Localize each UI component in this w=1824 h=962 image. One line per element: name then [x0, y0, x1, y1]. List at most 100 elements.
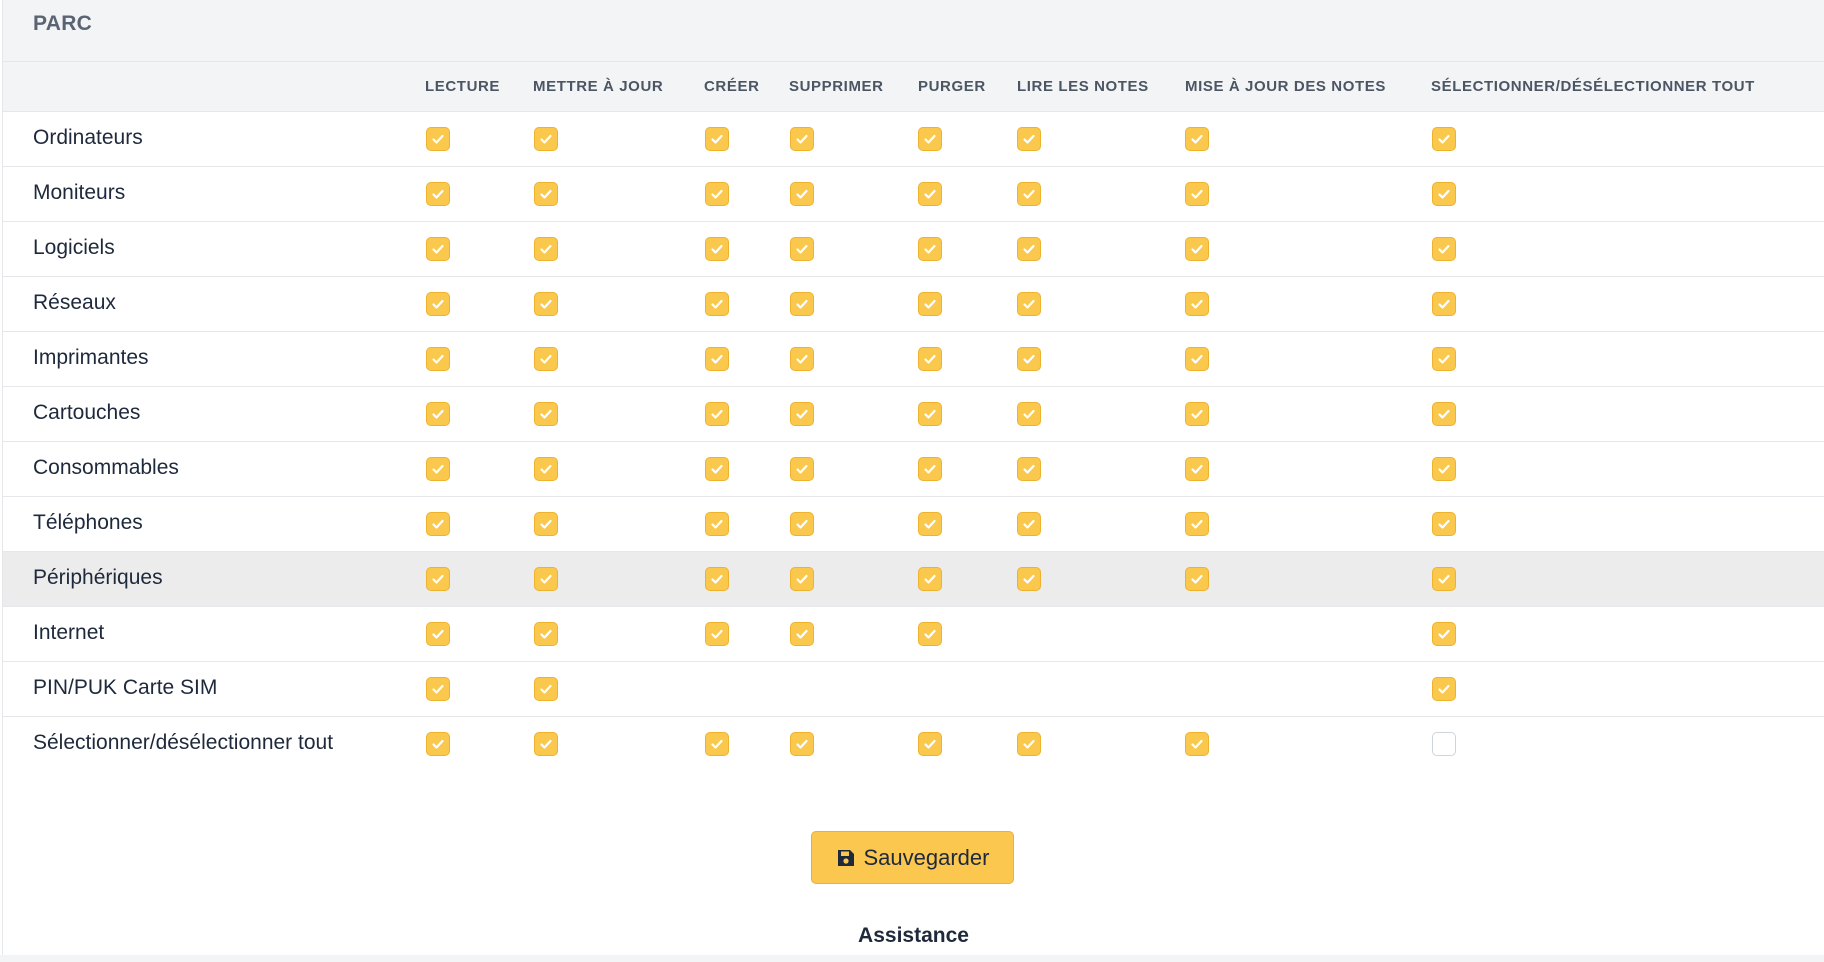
permission-checkbox[interactable] — [918, 622, 942, 646]
row-label: Consommables — [33, 456, 179, 479]
permission-checkbox[interactable] — [705, 457, 729, 481]
permission-checkbox[interactable] — [1185, 292, 1209, 316]
permission-checkbox[interactable] — [918, 182, 942, 206]
permission-checkbox[interactable] — [1185, 347, 1209, 371]
permission-checkbox[interactable] — [790, 182, 814, 206]
permission-checkbox[interactable] — [1185, 237, 1209, 261]
permission-checkbox[interactable] — [534, 347, 558, 371]
permission-checkbox[interactable] — [790, 512, 814, 536]
row-label: Internet — [33, 621, 105, 644]
permission-checkbox[interactable] — [1017, 347, 1041, 371]
permission-checkbox[interactable] — [534, 237, 558, 261]
permission-checkbox[interactable] — [705, 512, 729, 536]
permission-checkbox[interactable] — [1432, 237, 1456, 261]
permission-checkbox[interactable] — [426, 237, 450, 261]
permission-checkbox[interactable] — [918, 512, 942, 536]
permission-checkbox[interactable] — [1432, 512, 1456, 536]
permission-checkbox[interactable] — [534, 292, 558, 316]
permission-checkbox[interactable] — [1017, 512, 1041, 536]
permission-checkbox[interactable] — [790, 237, 814, 261]
permission-checkbox[interactable] — [1185, 127, 1209, 151]
permission-checkbox[interactable] — [918, 732, 942, 756]
permission-checkbox[interactable] — [1432, 622, 1456, 646]
permission-checkbox[interactable] — [918, 567, 942, 591]
column-header-row: LECTURE METTRE À JOUR CRÉER SUPPRIMER PU… — [3, 62, 1824, 112]
permission-checkbox[interactable] — [790, 402, 814, 426]
permission-checkbox[interactable] — [918, 237, 942, 261]
permission-checkbox[interactable] — [534, 182, 558, 206]
permission-checkbox[interactable] — [705, 567, 729, 591]
permission-checkbox[interactable] — [918, 347, 942, 371]
permission-checkbox[interactable] — [1432, 182, 1456, 206]
permission-checkbox[interactable] — [1185, 512, 1209, 536]
save-button[interactable]: Sauvegarder — [811, 831, 1014, 884]
bottom-divider — [0, 955, 1824, 962]
permission-checkbox[interactable] — [705, 732, 729, 756]
permission-checkbox[interactable] — [1432, 677, 1456, 701]
permission-checkbox[interactable] — [534, 512, 558, 536]
permission-checkbox[interactable] — [1432, 402, 1456, 426]
permission-checkbox[interactable] — [426, 457, 450, 481]
permission-checkbox[interactable] — [790, 292, 814, 316]
table-row: Consommables — [3, 442, 1824, 497]
permission-checkbox[interactable] — [426, 347, 450, 371]
permission-checkbox[interactable] — [918, 127, 942, 151]
permission-checkbox[interactable] — [918, 402, 942, 426]
permission-checkbox[interactable] — [426, 677, 450, 701]
permission-checkbox[interactable] — [534, 402, 558, 426]
permission-checkbox[interactable] — [534, 457, 558, 481]
permission-checkbox[interactable] — [1017, 567, 1041, 591]
permission-checkbox[interactable] — [705, 292, 729, 316]
permission-checkbox[interactable] — [790, 732, 814, 756]
permission-checkbox[interactable] — [426, 182, 450, 206]
permission-checkbox[interactable] — [1185, 567, 1209, 591]
permission-checkbox[interactable] — [426, 127, 450, 151]
permission-checkbox[interactable] — [1017, 292, 1041, 316]
permission-checkbox[interactable] — [705, 622, 729, 646]
permission-checkbox[interactable] — [1185, 457, 1209, 481]
permission-checkbox[interactable] — [1017, 732, 1041, 756]
permission-checkbox[interactable] — [1185, 402, 1209, 426]
permission-checkbox[interactable] — [1017, 457, 1041, 481]
permission-checkbox[interactable] — [1432, 732, 1456, 756]
permission-checkbox[interactable] — [1432, 127, 1456, 151]
permission-checkbox[interactable] — [705, 127, 729, 151]
table-row: Périphériques — [3, 552, 1824, 607]
permission-checkbox[interactable] — [1432, 567, 1456, 591]
permission-checkbox[interactable] — [426, 622, 450, 646]
permission-checkbox[interactable] — [534, 567, 558, 591]
permission-checkbox[interactable] — [790, 622, 814, 646]
permission-checkbox[interactable] — [790, 347, 814, 371]
permission-checkbox[interactable] — [1185, 182, 1209, 206]
permission-checkbox[interactable] — [426, 567, 450, 591]
permission-checkbox[interactable] — [1432, 457, 1456, 481]
permission-checkbox[interactable] — [918, 292, 942, 316]
permission-checkbox[interactable] — [790, 127, 814, 151]
permission-checkbox[interactable] — [1432, 347, 1456, 371]
permission-checkbox[interactable] — [790, 567, 814, 591]
permission-checkbox[interactable] — [705, 182, 729, 206]
permission-checkbox[interactable] — [918, 457, 942, 481]
table-row: Internet — [3, 607, 1824, 662]
table-row: PIN/PUK Carte SIM — [3, 662, 1824, 717]
permission-checkbox[interactable] — [534, 677, 558, 701]
permission-checkbox[interactable] — [426, 402, 450, 426]
permission-checkbox[interactable] — [1017, 402, 1041, 426]
permission-checkbox[interactable] — [1432, 292, 1456, 316]
permission-checkbox[interactable] — [426, 732, 450, 756]
permission-checkbox[interactable] — [426, 512, 450, 536]
permission-checkbox[interactable] — [705, 402, 729, 426]
column-header-mettre-a-jour: METTRE À JOUR — [533, 78, 664, 95]
permission-checkbox[interactable] — [705, 237, 729, 261]
permission-checkbox[interactable] — [1017, 182, 1041, 206]
permission-checkbox[interactable] — [790, 457, 814, 481]
permission-checkbox[interactable] — [534, 622, 558, 646]
permission-checkbox[interactable] — [1017, 127, 1041, 151]
permission-checkbox[interactable] — [1017, 237, 1041, 261]
permission-checkbox[interactable] — [1185, 732, 1209, 756]
permission-checkbox[interactable] — [534, 127, 558, 151]
permission-checkbox[interactable] — [534, 732, 558, 756]
permission-checkbox[interactable] — [705, 347, 729, 371]
table-row: Sélectionner/désélectionner tout — [3, 717, 1824, 772]
permission-checkbox[interactable] — [426, 292, 450, 316]
